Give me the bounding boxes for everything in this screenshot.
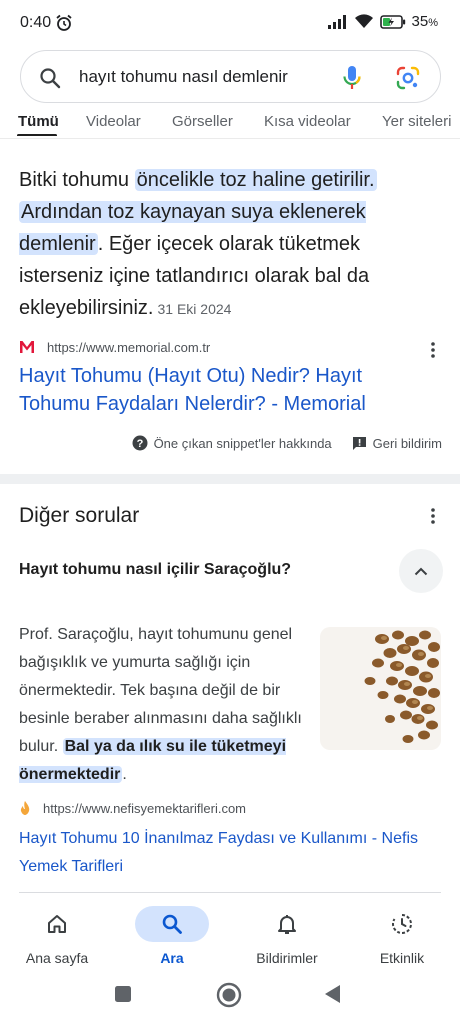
wifi-icon bbox=[354, 14, 373, 28]
search-tabs: Tümü Videolar Görseller Kısa videolar Ye… bbox=[0, 108, 460, 136]
source-url: https://www.memorial.com.tr bbox=[47, 339, 211, 355]
snippet-footer: ? Öne çıkan snippet'ler hakkında Geri bi… bbox=[132, 435, 442, 451]
signal-icon bbox=[327, 14, 346, 29]
back-icon[interactable] bbox=[323, 984, 341, 1004]
result-title-link[interactable]: Hayıt Tohumu (Hayıt Otu) Nedir? Hayıt To… bbox=[19, 362, 429, 418]
tab-videos[interactable]: Videolar bbox=[86, 113, 141, 130]
bell-icon bbox=[278, 915, 296, 934]
status-icons: 35% bbox=[327, 13, 438, 30]
nav-notifications[interactable]: Bildirimler bbox=[232, 906, 342, 974]
nav-search[interactable]: Ara bbox=[117, 906, 227, 974]
snippet-date: 31 Eki 2024 bbox=[157, 301, 232, 317]
battery-level: 35% bbox=[411, 13, 438, 30]
divider bbox=[19, 892, 441, 893]
mic-icon[interactable] bbox=[341, 64, 363, 92]
more-options-icon[interactable] bbox=[430, 341, 436, 359]
search-icon bbox=[162, 914, 182, 934]
feedback-icon bbox=[352, 436, 366, 450]
alarm-icon bbox=[56, 14, 72, 31]
feedback-link[interactable]: Geri bildirim bbox=[352, 436, 442, 451]
answer-text: Prof. Saraçoğlu, hayıt tohumunu genel ba… bbox=[19, 626, 302, 783]
section-divider bbox=[0, 474, 460, 484]
nav-home[interactable]: Ana sayfa bbox=[2, 906, 112, 974]
tab-short-videos[interactable]: Kısa videolar bbox=[264, 113, 351, 130]
recent-apps-icon[interactable] bbox=[114, 985, 132, 1003]
help-icon: ? bbox=[132, 435, 148, 451]
activity-icon bbox=[392, 914, 412, 934]
tab-all[interactable]: Tümü bbox=[18, 113, 59, 130]
search-input[interactable] bbox=[79, 67, 319, 87]
tab-images[interactable]: Görseller bbox=[172, 113, 233, 130]
active-tab-indicator bbox=[17, 134, 57, 136]
more-options-icon[interactable] bbox=[430, 507, 436, 525]
memorial-favicon-icon bbox=[20, 341, 34, 353]
about-snippets-link[interactable]: ? Öne çıkan snippet'ler hakkında bbox=[132, 435, 332, 451]
divider bbox=[0, 138, 460, 139]
seeds-image[interactable] bbox=[320, 627, 441, 750]
system-navigation-bar bbox=[0, 978, 460, 1024]
source-url: https://www.nefisyemektarifleri.com bbox=[43, 800, 247, 816]
tab-places[interactable]: Yer siteleri bbox=[382, 113, 451, 130]
seeds-illustration bbox=[364, 630, 440, 743]
question-item[interactable]: Hayıt tohumu nasıl içilir Saraçoğlu? bbox=[19, 561, 291, 579]
people-also-ask-title: Diğer sorular bbox=[19, 504, 140, 527]
chevron-up-icon bbox=[414, 567, 428, 575]
snippet-source[interactable]: https://www.memorial.com.tr bbox=[19, 338, 210, 356]
bottom-navigation: Ana sayfa Ara Bildirimler Etkinlik bbox=[0, 898, 460, 978]
nefis-favicon-icon bbox=[20, 801, 30, 815]
search-icon[interactable] bbox=[38, 66, 62, 90]
status-bar: 0:40 35% bbox=[0, 0, 460, 46]
home-icon bbox=[48, 915, 66, 933]
svg-text:?: ? bbox=[136, 438, 143, 450]
nav-activity[interactable]: Etkinlik bbox=[347, 906, 457, 974]
battery-charging-icon bbox=[379, 14, 405, 29]
result-title-link[interactable]: Hayıt Tohumu 10 İnanılmaz Faydası ve Kul… bbox=[19, 825, 444, 881]
search-bar[interactable] bbox=[20, 50, 441, 103]
answer-source[interactable]: https://www.nefisyemektarifleri.com bbox=[19, 799, 246, 817]
google-lens-icon[interactable] bbox=[395, 65, 421, 91]
home-button-icon[interactable] bbox=[216, 982, 242, 1008]
status-time: 0:40 bbox=[20, 14, 52, 31]
featured-snippet-text: Bitki tohumu öncelikle toz haline getiri… bbox=[19, 169, 377, 319]
snippet-highlight: öncelikle toz haline getirilir. bbox=[134, 169, 377, 191]
collapse-button[interactable] bbox=[399, 549, 443, 593]
